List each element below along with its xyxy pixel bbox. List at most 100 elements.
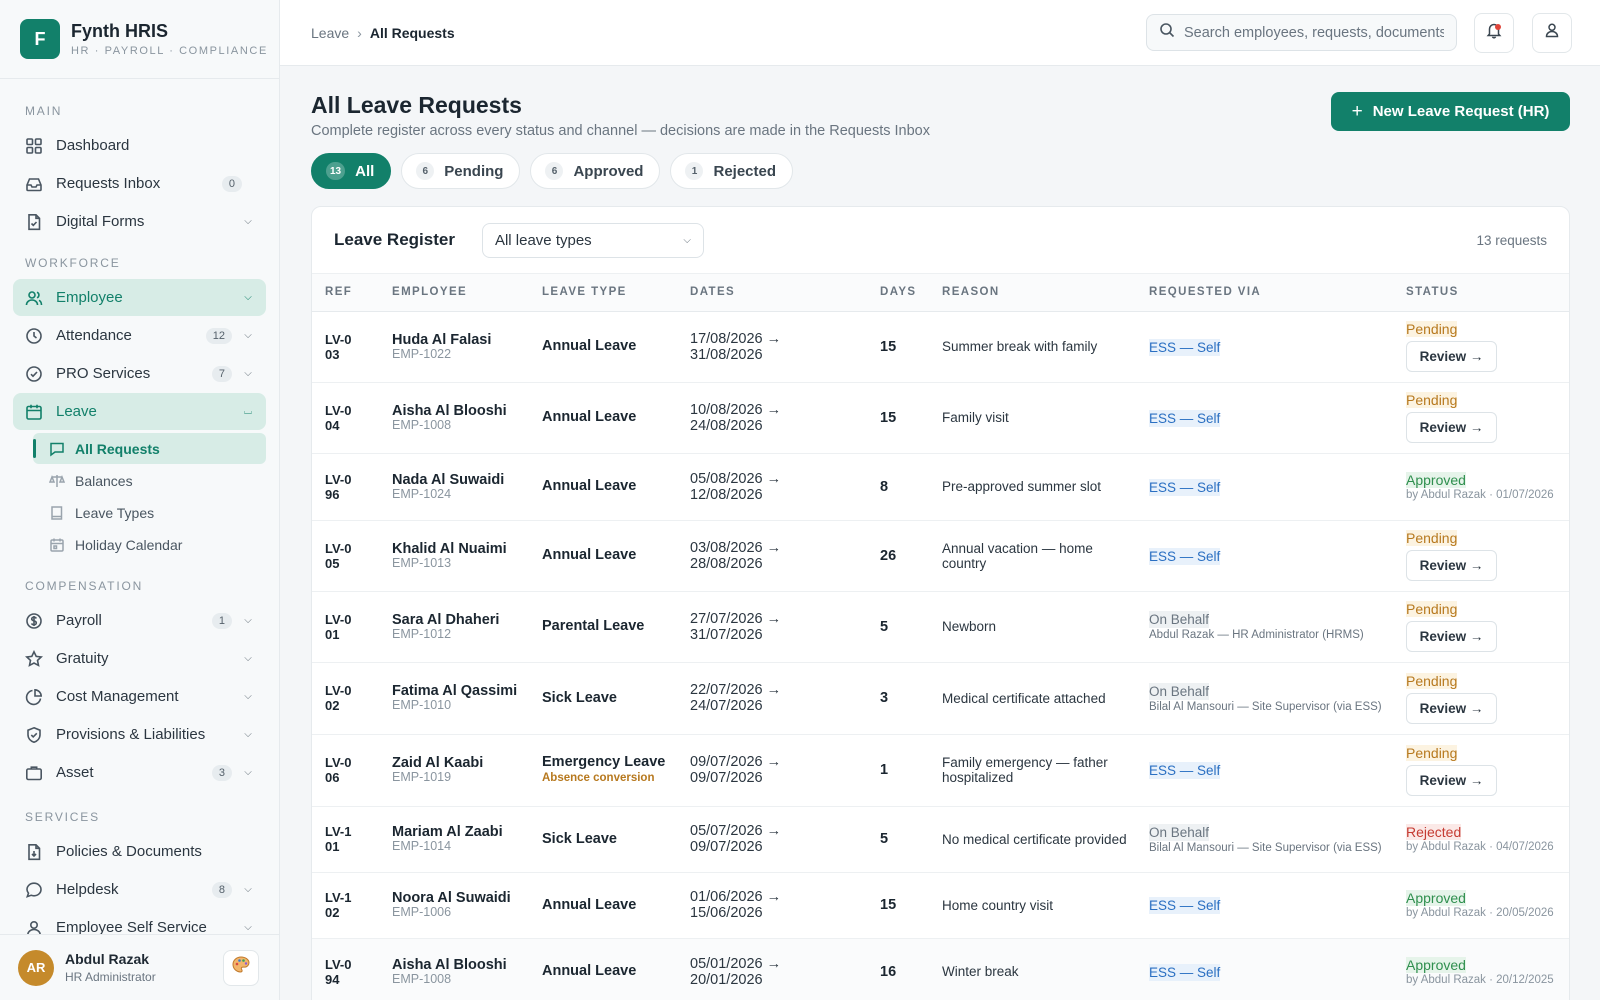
status-cell: Pending Review →: [1406, 734, 1569, 807]
account-button[interactable]: [1532, 12, 1572, 53]
ref-cell: LV-101: [312, 806, 392, 873]
review-button[interactable]: Review →: [1406, 764, 1497, 796]
sidebar-subitem-leave-types[interactable]: Leave Types: [33, 497, 266, 528]
days-cell: 3: [880, 662, 942, 735]
section-label-main: MAIN: [25, 104, 63, 118]
sidebar-item-label: Attendance: [56, 327, 132, 344]
sidebar-item-policies-documents[interactable]: Policies & Documents: [13, 833, 266, 870]
sidebar-subitem-holiday-calendar[interactable]: Holiday Calendar: [33, 529, 266, 560]
employee-cell: Nada Al Suwaidi EMP-1024: [392, 453, 542, 521]
sidebar-item-cost-management[interactable]: Cost Management ⌵: [13, 678, 266, 715]
review-button[interactable]: Review →: [1406, 412, 1497, 443]
sidebar-item-dashboard[interactable]: Dashboard: [13, 127, 266, 164]
review-button[interactable]: Review →: [1406, 692, 1497, 724]
column-header-requested-via[interactable]: REQUESTED VIA: [1149, 274, 1406, 312]
table-row[interactable]: LV-003 Huda Al Falasi EMP-1022 Annual Le…: [312, 311, 1569, 383]
leave-type-cell: Annual Leave: [542, 453, 690, 521]
days-cell: 16: [880, 938, 942, 1000]
search-box[interactable]: [1146, 14, 1457, 51]
employee-cell: Huda Al Falasi EMP-1022: [392, 311, 542, 383]
tab-approved[interactable]: 6 Approved: [530, 153, 661, 189]
sidebar-item-leave[interactable]: Leave ⌴: [13, 393, 266, 430]
table-row[interactable]: LV-096 Nada Al Suwaidi EMP-1024 Annual L…: [312, 453, 1569, 521]
review-button[interactable]: Review →: [1406, 341, 1497, 372]
count-badge: 12: [205, 327, 232, 344]
employee-name: Aisha Al Blooshi: [392, 402, 507, 419]
column-header-employee[interactable]: EMPLOYEE: [392, 274, 542, 312]
table-row[interactable]: LV-101 Mariam Al Zaabi EMP-1014 Sick Lea…: [312, 806, 1569, 873]
review-button[interactable]: Review →: [1406, 550, 1497, 581]
employee-cell: Aisha Al Blooshi EMP-1008: [392, 938, 542, 1000]
tab-label: Pending: [444, 162, 504, 180]
ref-cell: LV-001: [312, 591, 392, 663]
reason-cell: Summer break with family: [942, 311, 1149, 383]
tab-pending[interactable]: 6 Pending: [401, 153, 521, 189]
table-row[interactable]: LV-001 Sara Al Dhaheri EMP-1012 Parental…: [312, 591, 1569, 663]
briefcase-icon: [25, 764, 43, 782]
ref-value: LV-096: [325, 471, 352, 502]
status-badge: Pending: [1406, 321, 1458, 337]
sidebar-item-label: Helpdesk: [56, 881, 119, 898]
table-row[interactable]: LV-005 Khalid Al Nuaimi EMP-1013 Annual …: [312, 520, 1569, 592]
count-badge: 8: [211, 881, 232, 898]
sidebar-item-asset[interactable]: Asset 3 ⌵: [13, 754, 266, 791]
notifications-button[interactable]: [1474, 12, 1514, 53]
sidebar-item-payroll[interactable]: Payroll 1 ⌵: [13, 602, 266, 639]
reason-cell: No medical certificate provided: [942, 806, 1149, 873]
column-header-days[interactable]: DAYS: [880, 274, 942, 312]
column-header-status[interactable]: STATUS: [1406, 274, 1569, 312]
requested-via-cell: ESS — Self: [1149, 938, 1406, 1000]
employee-cell: Fatima Al Qassimi EMP-1010: [392, 662, 542, 735]
requested-via-note: Bilal Al Mansouri — Site Supervisor (via…: [1149, 700, 1382, 713]
user-profile[interactable]: AR Abdul Razak HR Administrator: [0, 934, 279, 1000]
table-row[interactable]: LV-006 Zaid Al Kaabi EMP-1019 Emergency …: [312, 734, 1569, 807]
requested-via-cell: ESS — Self: [1149, 311, 1406, 383]
sidebar-item-helpdesk[interactable]: Helpdesk 8 ⌵: [13, 871, 266, 908]
breadcrumb-leave[interactable]: Leave: [311, 25, 349, 41]
sidebar-item-gratuity[interactable]: Gratuity ⌵: [13, 640, 266, 677]
sidebar-item-pro-services[interactable]: PRO Services 7 ⌵: [13, 355, 266, 392]
ref-cell: LV-094: [312, 938, 392, 1000]
employee-id: EMP-1024: [392, 486, 452, 501]
sidebar-subitem-balances[interactable]: Balances: [33, 465, 266, 496]
table-row[interactable]: LV-004 Aisha Al Blooshi EMP-1008 Annual …: [312, 382, 1569, 454]
employee-id: EMP-1008: [392, 971, 452, 986]
tab-rejected[interactable]: 1 Rejected: [670, 153, 794, 189]
ref-cell: LV-096: [312, 453, 392, 521]
table-row[interactable]: LV-002 Fatima Al Qassimi EMP-1010 Sick L…: [312, 662, 1569, 735]
sidebar-item-attendance[interactable]: Attendance 12 ⌵: [13, 317, 266, 354]
column-header-leave-type[interactable]: LEAVE TYPE: [542, 274, 690, 312]
sidebar-subitem-all-requests[interactable]: All Requests: [33, 433, 266, 464]
sidebar-item-requests-inbox[interactable]: Requests Inbox 0: [13, 165, 266, 202]
new-leave-request-button[interactable]: + New Leave Request (HR): [1331, 92, 1570, 131]
sidebar-nav: MAIN Dashboard Requests Inbox 0 Digital …: [0, 79, 279, 946]
dates-cell: 27/07/2026 → 31/07/2026: [690, 591, 880, 663]
sidebar-item-label: Dashboard: [56, 137, 130, 154]
employee-id: EMP-1014: [392, 839, 452, 853]
theme-button[interactable]: [223, 949, 259, 986]
tab-all[interactable]: 13 All: [311, 153, 392, 189]
dates-cell: 22/07/2026 → 24/07/2026: [690, 662, 880, 735]
tab-label: Approved: [573, 162, 644, 180]
requested-via-cell: ESS — Self: [1149, 382, 1406, 454]
review-button[interactable]: Review →: [1406, 621, 1497, 652]
search-input[interactable]: [1184, 24, 1444, 41]
sidebar-item-provisions-liabilities[interactable]: Provisions & Liabilities ⌵: [13, 716, 266, 753]
sidebar-item-employee[interactable]: Employee ⌵: [13, 279, 266, 316]
ref-value: LV-102: [325, 890, 352, 920]
column-header-reason[interactable]: REASON: [942, 274, 1149, 312]
column-header-ref[interactable]: REF: [312, 274, 392, 312]
table-row[interactable]: LV-094 Aisha Al Blooshi EMP-1008 Annual …: [312, 938, 1569, 1000]
table-row[interactable]: LV-102 Noora Al Suwaidi EMP-1006 Annual …: [312, 872, 1569, 939]
sidebar-item-digital-forms[interactable]: Digital Forms ⌵: [13, 203, 266, 240]
column-header-dates[interactable]: DATES: [690, 274, 880, 312]
reason-cell: Winter break: [942, 938, 1149, 1000]
chevron-down-icon: ⌵: [244, 884, 252, 895]
ref-value: LV-094: [325, 956, 352, 987]
leave-type-filter[interactable]: All leave types ⌵: [481, 222, 704, 258]
requested-via-cell: ESS — Self: [1149, 734, 1406, 807]
tab-count: 1: [685, 162, 704, 180]
status-badge: Approved: [1406, 956, 1466, 973]
shield-icon: [25, 726, 43, 744]
sidebar-subitem-label: Leave Types: [75, 504, 155, 521]
